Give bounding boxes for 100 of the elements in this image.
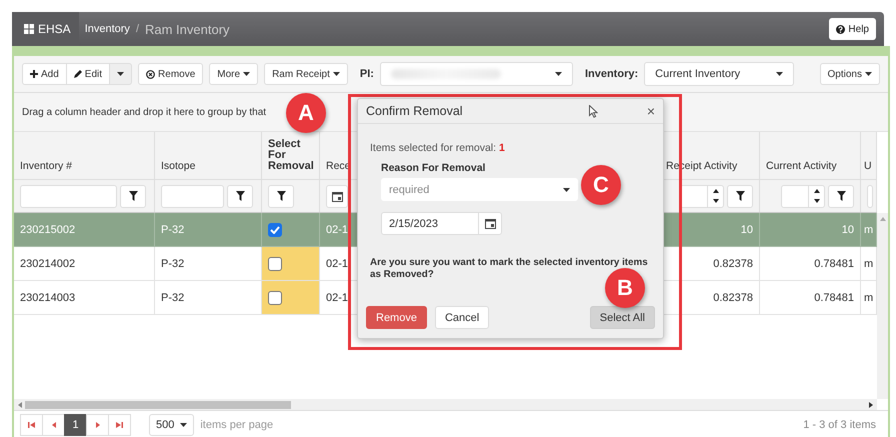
numeric-filter-field[interactable] bbox=[680, 184, 724, 208]
table-cell: 10 bbox=[842, 224, 854, 236]
remove-icon bbox=[146, 70, 156, 78]
scroll-left-icon[interactable] bbox=[18, 402, 22, 408]
add-button[interactable]: Add bbox=[22, 63, 67, 85]
caret-icon bbox=[865, 72, 872, 76]
date-field[interactable]: 2/15/2023 bbox=[381, 212, 502, 235]
plus-icon bbox=[30, 70, 38, 78]
filter-field[interactable] bbox=[161, 184, 224, 208]
last-page-icon bbox=[116, 422, 123, 428]
reason-label: Reason For Removal bbox=[381, 162, 486, 174]
breadcrumb[interactable]: Ram Inventory bbox=[145, 22, 230, 36]
table-cell: m bbox=[864, 292, 874, 304]
previous-page-icon bbox=[52, 422, 56, 428]
page-size-label: items per page bbox=[200, 419, 274, 431]
remove-button[interactable]: Remove bbox=[366, 306, 427, 329]
filter-button[interactable] bbox=[120, 184, 146, 208]
checkbox[interactable] bbox=[268, 256, 282, 270]
breadcrumb[interactable]: Inventory bbox=[84, 23, 130, 35]
help-button[interactable]: Help bbox=[829, 18, 876, 40]
last-page-button[interactable] bbox=[108, 414, 131, 436]
caret-icon bbox=[117, 72, 124, 76]
pencil-icon bbox=[74, 70, 82, 78]
caret-icon bbox=[180, 423, 188, 427]
table-cell: 02-1 bbox=[326, 224, 348, 236]
checkbox[interactable] bbox=[268, 290, 282, 304]
page-size-select[interactable]: 500 bbox=[149, 414, 194, 436]
pi-label: PI: bbox=[360, 68, 374, 80]
spinner-icon[interactable] bbox=[814, 189, 820, 203]
close-button[interactable]: × bbox=[646, 103, 655, 119]
scroll-right-icon[interactable] bbox=[869, 402, 873, 408]
table-cell: 0.78481 bbox=[814, 292, 854, 304]
table-cell: 0.82378 bbox=[713, 258, 753, 270]
options-button[interactable]: Options bbox=[820, 63, 880, 85]
edit-button[interactable]: Edit bbox=[66, 63, 110, 85]
date-filter-field[interactable] bbox=[326, 184, 348, 208]
column-header[interactable]: Inventory # bbox=[20, 160, 72, 172]
inventory-label: Inventory: bbox=[584, 68, 638, 80]
first-page-button[interactable] bbox=[20, 414, 43, 436]
cancel-button[interactable]: Cancel bbox=[434, 306, 490, 329]
table-cell: P-32 bbox=[161, 258, 184, 270]
filter-field[interactable] bbox=[867, 184, 873, 208]
reason-select[interactable]: required bbox=[381, 178, 578, 201]
table-cell: m bbox=[864, 258, 874, 270]
filter-icon bbox=[736, 191, 744, 201]
table-cell: m bbox=[864, 224, 874, 236]
filter-icon bbox=[836, 191, 846, 201]
remove-button[interactable]: Remove bbox=[138, 63, 204, 85]
filter-icon bbox=[128, 191, 138, 201]
breadcrumb-separator: / bbox=[136, 23, 139, 35]
table-cell: P-32 bbox=[161, 224, 184, 236]
filter-button[interactable] bbox=[268, 184, 294, 208]
horizontal-scrollbar[interactable] bbox=[14, 399, 877, 410]
filter-button[interactable] bbox=[227, 184, 253, 208]
pager-summary: 1 - 3 of 3 items bbox=[803, 419, 877, 431]
caret-icon bbox=[776, 72, 784, 76]
menu-button[interactable]: Ram Receipt bbox=[264, 63, 348, 85]
table-cell: 02-1 bbox=[326, 258, 348, 270]
spinner-icon[interactable] bbox=[713, 189, 719, 203]
select-all-button[interactable]: Select All bbox=[590, 306, 655, 329]
table-cell: 0.82378 bbox=[713, 292, 753, 304]
table-cell: 230214003 bbox=[20, 292, 76, 304]
table-cell: 02-1 bbox=[326, 292, 348, 304]
next-page-button[interactable] bbox=[86, 414, 109, 436]
column-header[interactable]: U bbox=[864, 160, 872, 172]
table-cell: 10 bbox=[740, 224, 753, 236]
menu-button[interactable]: More bbox=[209, 63, 258, 85]
filter-icon bbox=[276, 191, 286, 201]
table-cell: P-32 bbox=[161, 292, 184, 304]
page-button[interactable]: 1 bbox=[64, 414, 87, 436]
grid-icon bbox=[24, 24, 34, 34]
calendar-icon bbox=[484, 218, 496, 229]
checkbox[interactable] bbox=[268, 222, 282, 236]
filter-icon bbox=[236, 191, 244, 201]
dropdown-toggle[interactable] bbox=[109, 63, 132, 85]
first-page-icon bbox=[28, 422, 35, 428]
calendar-icon bbox=[332, 190, 343, 202]
numeric-filter-field[interactable] bbox=[781, 184, 825, 208]
filter-button[interactable] bbox=[727, 184, 753, 208]
table-cell: 230214002 bbox=[20, 258, 76, 270]
selected-count: Items selected for removal: 1 bbox=[370, 142, 506, 154]
dialog-title: Confirm Removal bbox=[366, 104, 463, 118]
previous-page-button[interactable] bbox=[42, 414, 65, 436]
question-icon bbox=[836, 24, 846, 34]
caret-icon bbox=[554, 72, 562, 76]
scrollbar-thumb[interactable] bbox=[25, 400, 291, 408]
filter-button[interactable] bbox=[828, 184, 854, 208]
table-cell: 230215002 bbox=[20, 224, 76, 236]
caret-icon bbox=[332, 72, 340, 76]
group-hint: Drag a column header and drop it here to group by that bbox=[22, 106, 266, 118]
column-header[interactable]: Current Activity bbox=[766, 160, 837, 172]
table-cell: 0.78481 bbox=[814, 258, 854, 270]
filter-field[interactable] bbox=[20, 184, 117, 208]
next-page-icon bbox=[96, 422, 100, 428]
cursor-icon bbox=[588, 104, 598, 118]
column-header[interactable]: Isotope bbox=[161, 160, 196, 172]
inventory-select[interactable]: Current Inventory bbox=[644, 62, 794, 86]
caret-icon bbox=[563, 188, 570, 192]
vertical-scrollbar[interactable] bbox=[877, 213, 888, 399]
caret-icon bbox=[243, 72, 250, 76]
